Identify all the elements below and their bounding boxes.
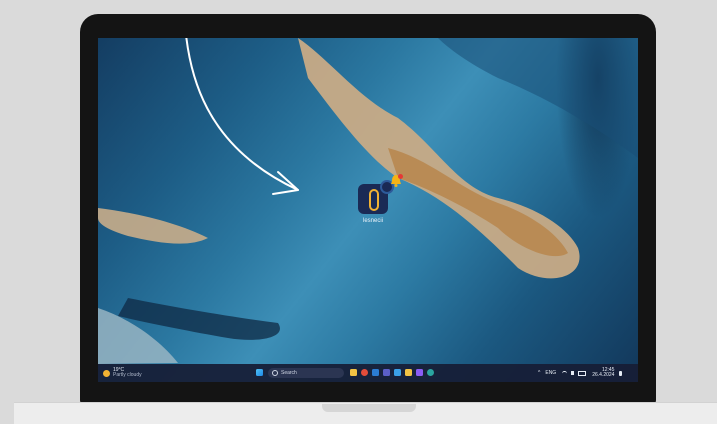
battery-icon[interactable] bbox=[578, 370, 587, 376]
clock-date: 26.4.2024 bbox=[592, 372, 615, 378]
search-icon bbox=[272, 370, 278, 376]
language-indicator[interactable]: ENG bbox=[545, 370, 556, 376]
desktop-app-shortcut[interactable]: lesnecii bbox=[349, 180, 397, 224]
bell-icon bbox=[389, 174, 403, 188]
search-box[interactable]: Search bbox=[268, 368, 344, 378]
chevron-up-icon[interactable]: ^ bbox=[538, 370, 540, 376]
weather-icon bbox=[103, 369, 110, 377]
mail-icon[interactable] bbox=[372, 369, 379, 376]
notification-icon[interactable] bbox=[619, 370, 623, 376]
wifi-icon[interactable] bbox=[562, 370, 568, 376]
laptop-hinge-notch bbox=[322, 404, 416, 412]
browser-icon[interactable] bbox=[361, 369, 368, 376]
search-placeholder: Search bbox=[281, 370, 297, 376]
weather-condition: Partly cloudy bbox=[113, 372, 142, 378]
windows-start-icon[interactable] bbox=[256, 369, 263, 376]
notification-dot bbox=[398, 174, 403, 179]
file-explorer-icon[interactable] bbox=[350, 369, 357, 376]
app-shortcut-label: lesnecii bbox=[362, 218, 383, 224]
app-icon[interactable] bbox=[416, 369, 423, 376]
store-icon[interactable] bbox=[394, 369, 401, 376]
edge-icon[interactable] bbox=[427, 369, 434, 376]
chat-icon[interactable] bbox=[383, 369, 390, 376]
system-tray: ^ ENG 12:45 26.4.2024 bbox=[538, 368, 623, 378]
desktop-screen: lesnecii 19°C Partly cloudy Search ^ ENG… bbox=[98, 38, 638, 382]
taskbar: 19°C Partly cloudy Search ^ ENG 12:45 26… bbox=[98, 364, 638, 382]
folder-icon[interactable] bbox=[405, 369, 412, 376]
volume-icon[interactable] bbox=[571, 371, 575, 375]
weather-widget[interactable]: 19°C Partly cloudy bbox=[103, 368, 142, 378]
app-logo-icon bbox=[358, 180, 394, 214]
clock[interactable]: 12:45 26.4.2024 bbox=[592, 368, 614, 378]
